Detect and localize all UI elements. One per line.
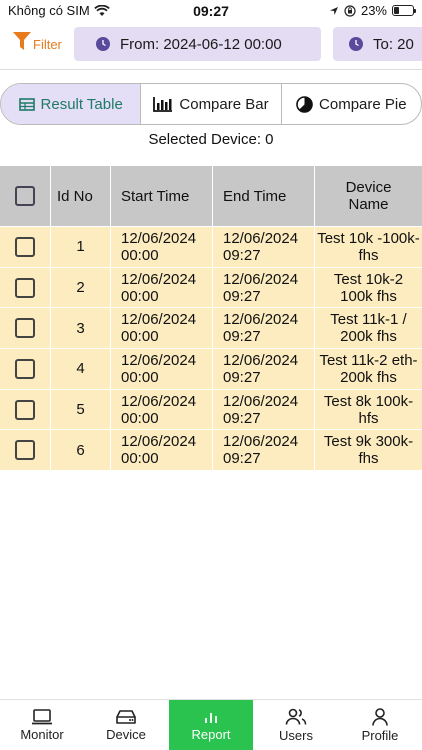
device-icon [116,709,136,724]
row-checkbox[interactable] [15,236,35,257]
nav-label: Profile [361,727,399,743]
cell-device-name: Test 11k-2 eth-200k fhs [319,351,418,386]
bottom-navigation: Monitor Device Report Users Profile [0,699,422,750]
result-table: Id No Start Time End Time Device Name 1 … [0,166,422,471]
profile-icon [372,707,388,726]
battery-percent: 23% [360,3,387,18]
tab-compare-pie[interactable]: Compare Pie [282,84,421,124]
battery-icon [392,5,416,16]
tab-result-table[interactable]: Result Table [1,84,142,124]
cell-end-time: 12/06/2024 09:27 [213,349,315,389]
report-icon [205,712,217,723]
cell-end-time: 12/06/2024 09:27 [213,227,315,267]
cell-start-time: 12/06/2024 00:00 [111,389,213,430]
cell-device-name: Test 11k-1 / 200k fhs [330,311,407,346]
clock-icon [96,37,110,51]
table-row[interactable]: 1 12/06/2024 00:00 12/06/2024 09:27 Test… [0,226,422,267]
cell-end-time: 12/06/2024 09:27 [213,308,315,349]
bar-chart-icon [153,97,173,112]
users-icon [285,708,307,725]
cell-device-name: Test 9k 300k-fhs [323,433,414,468]
column-header-end-time: End Time [213,166,315,226]
cell-device-name: Test 8k 100k-hfs [323,392,414,427]
cell-end-time: 12/06/2024 09:27 [213,267,315,308]
table-header: Id No Start Time End Time Device Name [0,166,422,226]
nav-label: Users [279,727,313,743]
cell-id: 1 [51,227,111,267]
table-row[interactable]: 2 12/06/2024 00:00 12/06/2024 09:27 Test… [0,266,422,308]
select-all-checkbox[interactable] [15,186,35,206]
nav-report[interactable]: Report [169,700,253,750]
view-tabs: Result Table Compare Bar Compare Pie [0,83,422,125]
cell-id: 6 [51,430,111,471]
cell-id: 5 [51,389,111,430]
cell-id: 2 [51,267,111,308]
tab-compare-bar[interactable]: Compare Bar [141,84,282,124]
status-bar: Không có SIM 09:27 23% [0,0,422,22]
column-header-start-time: Start Time [111,166,213,226]
to-date-label: To: 20 [373,35,414,53]
table-row[interactable]: 5 12/06/2024 00:00 12/06/2024 09:27 Test… [0,388,422,430]
row-checkbox[interactable] [15,399,35,420]
filter-bar: Filter From: 2024-06-12 00:00 To: 20 [0,22,422,70]
row-checkbox[interactable] [15,440,35,461]
table-row[interactable]: 3 12/06/2024 00:00 12/06/2024 09:27 Test… [0,307,422,349]
filter-button[interactable]: Filter [12,30,62,52]
tab-label: Compare Bar [179,95,269,113]
column-header-device-name: Device Name [345,179,392,213]
to-date-picker[interactable]: To: 20 [333,27,422,61]
row-checkbox[interactable] [15,277,35,298]
orientation-lock-icon [344,4,356,17]
clock-icon [349,37,363,51]
pie-chart-icon [296,95,313,113]
column-header-id: Id No [51,166,111,226]
nav-device[interactable]: Device [84,700,168,750]
tab-label: Result Table [40,95,123,113]
location-icon [329,6,338,15]
cell-device-name: Test 10k-2 100k fhs [333,270,404,305]
monitor-icon [32,708,52,724]
cell-start-time: 12/06/2024 00:00 [111,227,213,267]
funnel-icon [13,32,31,50]
from-date-picker[interactable]: From: 2024-06-12 00:00 [74,27,321,61]
nav-users[interactable]: Users [254,700,338,750]
cell-end-time: 12/06/2024 09:27 [213,389,315,430]
from-date-label: From: 2024-06-12 00:00 [120,35,282,53]
cell-id: 3 [51,308,111,349]
cell-device-name: Test 10k -100k-fhs [317,229,420,264]
cell-id: 4 [51,349,111,389]
table-icon [18,97,35,111]
nav-label: Report [191,726,231,742]
cell-start-time: 12/06/2024 00:00 [111,267,213,308]
cell-start-time: 12/06/2024 00:00 [111,308,213,349]
cell-start-time: 12/06/2024 00:00 [111,349,213,389]
nav-label: Device [106,726,146,742]
nav-monitor[interactable]: Monitor [0,700,84,750]
row-checkbox[interactable] [15,358,35,379]
cell-start-time: 12/06/2024 00:00 [111,430,213,471]
row-checkbox[interactable] [15,318,35,339]
tab-label: Compare Pie [319,95,407,113]
nav-label: Monitor [20,726,64,742]
table-row[interactable]: 4 12/06/2024 00:00 12/06/2024 09:27 Test… [0,348,422,389]
cell-end-time: 12/06/2024 09:27 [213,430,315,471]
table-row[interactable]: 6 12/06/2024 00:00 12/06/2024 09:27 Test… [0,429,422,471]
filter-label: Filter [33,37,62,52]
selected-device-count: Selected Device: 0 [148,131,274,148]
nav-profile[interactable]: Profile [338,700,422,750]
